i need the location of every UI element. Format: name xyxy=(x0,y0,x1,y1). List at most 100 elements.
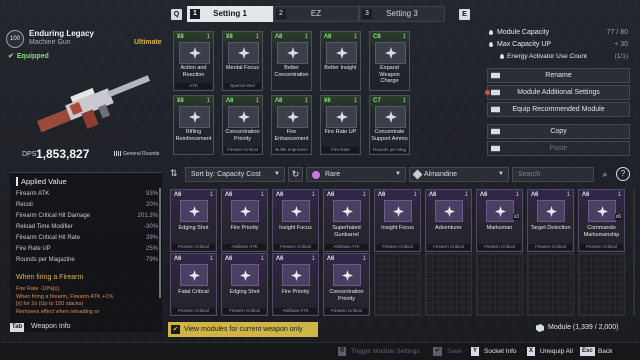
search-icon[interactable]: ⌕ xyxy=(598,167,612,181)
sort-dropdown[interactable]: Sort by: Capacity Cost ▼ xyxy=(185,167,285,182)
equipped-module-slot[interactable]: ¥8 1 Mental Focus Special Mod xyxy=(222,31,263,91)
equipped-module-slot[interactable]: ¥6 1 Fire Rate UP Fire Rate xyxy=(320,95,361,155)
socket-icon: 1 xyxy=(362,192,366,198)
module-name: Concentration Priority xyxy=(329,289,364,302)
socket-icon: 1 xyxy=(402,34,406,40)
module-art-icon xyxy=(435,200,463,222)
max-capacity-value: + 30 xyxy=(614,41,628,48)
capacity-cost: Λ6 xyxy=(378,192,386,198)
inventory-module-card[interactable]: Λ6 1 Adventurer Firearm Critical xyxy=(425,189,472,252)
effect-line: Fire Rate -10%[x]. xyxy=(16,286,61,292)
module-name: Target Detection xyxy=(530,225,571,231)
element-dropdown[interactable]: Almandine ▼ xyxy=(409,167,509,182)
tab-setting-1[interactable]: 1 Setting 1 xyxy=(187,6,273,22)
module-name: Insight Focus xyxy=(279,225,312,231)
module-capacity-label: Module Capacity xyxy=(497,29,550,36)
equip-recommended-button[interactable]: Equip Recommended Module xyxy=(487,102,630,117)
rarity-icon xyxy=(312,171,320,179)
module-art-icon xyxy=(228,106,259,128)
button-label: Equip Recommended Module xyxy=(512,106,605,113)
prev-setting-key[interactable]: Q xyxy=(171,9,182,20)
module-name: Better Concentration xyxy=(274,65,309,78)
save-label[interactable]: Save xyxy=(447,347,462,356)
equipped-module-slot[interactable]: Λ8 1 Concentration Priority Firearm Critica… xyxy=(222,95,263,155)
inventory-module-card[interactable]: Λ6 1 x6 Commando Marksmanship Firearm Critic… xyxy=(578,189,625,252)
inventory-module-card[interactable]: Λ6 1 Superhated Gunbarrel Attribute ATK xyxy=(323,189,370,252)
module-subtype: Fire Rate xyxy=(322,147,359,153)
equipped-module-slot[interactable]: C8 1 Expand Weapon Charge xyxy=(369,31,410,91)
inventory-module-card[interactable]: Λ6 1 Fire Priority Attribute ATK xyxy=(221,189,268,252)
stat-name: Recoil xyxy=(16,202,33,208)
stat-row: Recoil 20% xyxy=(16,200,158,210)
module-subtype: Firearm Critical xyxy=(478,244,521,250)
inventory-module-card[interactable]: Λ6 1 Insight Focus Firearm Critical xyxy=(272,189,319,252)
tab-number: 1 xyxy=(190,9,200,19)
capacity-cost: Λ6 xyxy=(174,192,182,198)
module-art-icon xyxy=(326,42,357,64)
applied-scrollbar[interactable] xyxy=(159,188,161,298)
inventory-module-card[interactable]: Λ6 1 x3 Marksman Firearm Critical xyxy=(476,189,523,252)
weapon-info-key[interactable]: Tab xyxy=(10,323,25,332)
capacity-cost: ¥8 xyxy=(177,34,184,40)
module-art-icon xyxy=(231,264,259,286)
activator-use-label: Energy Activator Use Count xyxy=(507,53,587,60)
inventory-module-card[interactable]: Λ6 1 Fire Priority Attribute ATK xyxy=(272,253,319,316)
module-art-icon xyxy=(384,200,412,222)
inventory-scrollbar[interactable] xyxy=(633,188,635,316)
help-icon[interactable]: ? xyxy=(616,167,630,181)
tab-ez[interactable]: 2 EZ xyxy=(273,6,359,22)
rename-button[interactable]: Rename xyxy=(487,68,630,83)
module-subtype: Bullet Improvem xyxy=(273,147,310,153)
inventory-module-card[interactable]: Λ6 1 Edging Shot Firearm Critical xyxy=(170,189,217,252)
socket-info-label[interactable]: Socket Info xyxy=(484,347,517,356)
search-input[interactable]: Search xyxy=(512,167,594,182)
tab-label: Setting 1 xyxy=(213,9,247,18)
equipped-module-slot[interactable]: C7 1 Concentrate Support Ammo Rounds per Ma… xyxy=(369,95,410,155)
module-name: Expand Weapon Charge xyxy=(379,65,400,84)
module-art-icon xyxy=(326,106,357,128)
rarity-dropdown[interactable]: Rare ▼ xyxy=(306,167,406,182)
module-name: Fatal Critical xyxy=(178,289,209,295)
equipped-module-slot[interactable]: Λ8 1 Better Concentration xyxy=(271,31,312,91)
button-label: Paste xyxy=(549,145,568,152)
module-additional-settings-button[interactable]: Module Additional Settings xyxy=(485,85,630,100)
current-weapon-filter-checkbox[interactable]: ✔ View modules for current weapon only xyxy=(168,322,318,337)
module-name: Mental Focus xyxy=(225,65,259,71)
energy-activator-icon xyxy=(500,54,504,59)
socket-icon: 1 xyxy=(617,192,621,198)
capacity-cost: Λ6 xyxy=(327,192,335,198)
module-subtype: Special Mod xyxy=(224,83,261,89)
inventory-module-card[interactable]: Λ6 1 Concentration Priority Firearm Critica… xyxy=(323,253,370,316)
capacity-cost: Λ6 xyxy=(582,192,590,198)
inventory-module-card[interactable]: Λ6 1 Target Detection Firearm Critical xyxy=(527,189,574,252)
inventory-module-card[interactable]: Λ6 1 Insight Focus Firearm Critical xyxy=(374,189,421,252)
module-subtype: Firearm Critical xyxy=(325,308,368,314)
stat-row: Rounds per Magazine 79% xyxy=(16,255,158,265)
unequip-all-label[interactable]: Unequip All xyxy=(540,347,573,356)
paste-button[interactable]: Paste xyxy=(487,141,630,156)
next-setting-key[interactable]: E xyxy=(459,9,470,20)
button-label: Module Additional Settings xyxy=(517,89,600,96)
copy-button[interactable]: Copy xyxy=(487,124,630,139)
sort-icon[interactable]: ⇅ xyxy=(170,168,178,179)
stack-count: x6 xyxy=(614,214,622,220)
module-subtype: Firearm Critical xyxy=(376,244,419,250)
weapon-info-label[interactable]: Weapon Info xyxy=(31,323,71,330)
equipped-module-slot[interactable]: ¥8 1 Rifling Reinforcement xyxy=(173,95,214,155)
socket-icon: 1 xyxy=(515,192,519,198)
almandine-icon xyxy=(412,169,423,180)
back-label[interactable]: Back xyxy=(598,347,612,356)
equipped-module-slot[interactable]: ¥8 1 Action and Reaction ATK xyxy=(173,31,214,91)
equipped-module-slot[interactable]: Λ8 1 Better Insight xyxy=(320,31,361,91)
inventory-module-card[interactable]: Λ6 1 Edging Shot Firearm Critical xyxy=(221,253,268,316)
refresh-button[interactable]: ↻ xyxy=(288,167,303,182)
module-subtype: Firearm Critical xyxy=(529,244,572,250)
stat-row: Firearm Critical Hit Damage 201.3% xyxy=(16,211,158,221)
inventory-module-card[interactable]: Λ6 1 Fatal Critical Firearm Critical xyxy=(170,253,217,316)
trigger-settings-label[interactable]: Trigger Module Settings xyxy=(351,347,420,356)
equipped-module-slot[interactable]: Λ8 1 Fire Enhancement Bullet Improvem xyxy=(271,95,312,155)
socket-icon: 1 xyxy=(260,256,264,262)
tab-setting-3[interactable]: 3 Setting 3 xyxy=(359,6,445,22)
capacity-cost: Λ6 xyxy=(429,192,437,198)
save-key: ↵ xyxy=(433,347,443,356)
